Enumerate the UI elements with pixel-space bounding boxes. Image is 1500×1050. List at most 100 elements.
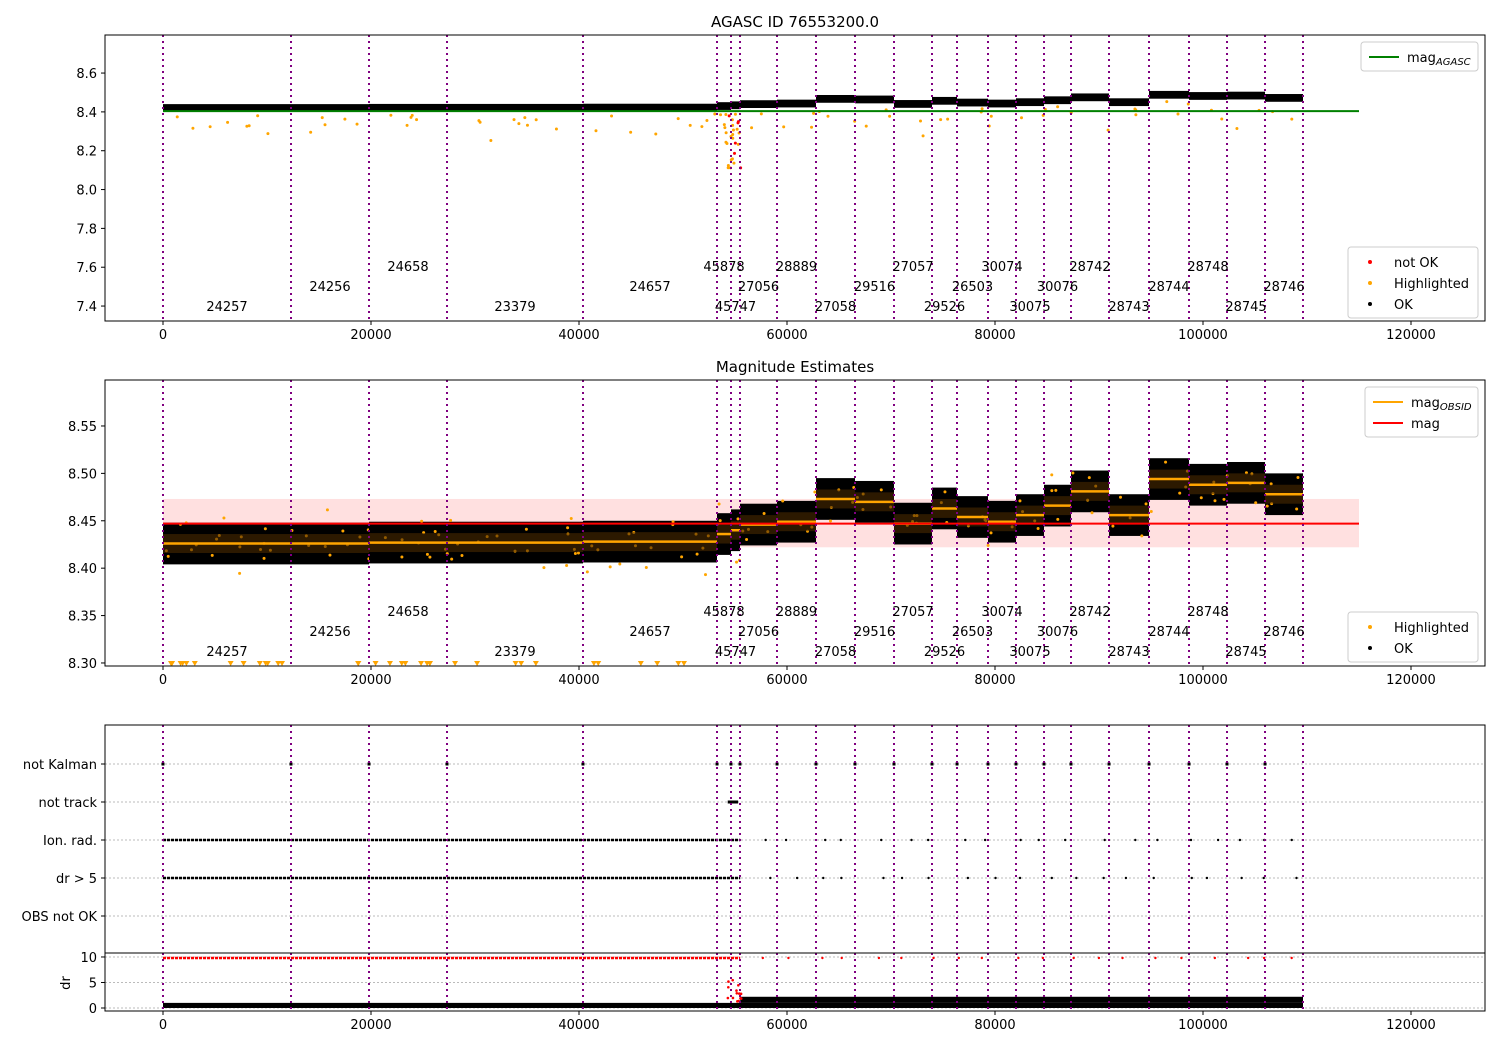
y-tick-label: 7.4 <box>76 300 97 315</box>
y-tick-label: 8.35 <box>68 610 97 625</box>
panel-agasc: AGASC ID 76553200.0 7.4 7.6 7.8 8.0 8.2 8.4 8.6… <box>76 13 1486 343</box>
highlighted-point <box>644 565 648 569</box>
highlighted-point <box>688 123 692 127</box>
highlighted-point <box>1119 495 1123 499</box>
obsid-label: 30075 <box>1009 300 1050 315</box>
out-of-range-marker <box>654 660 661 666</box>
highlighted-point <box>1149 510 1153 514</box>
highlighted-point <box>405 123 409 127</box>
highlighted-point <box>1235 127 1239 131</box>
outlier-point <box>724 113 728 117</box>
highlighted-point <box>1056 517 1060 521</box>
y-tick-label: 8.6 <box>76 67 97 82</box>
highlighted-point <box>980 107 984 111</box>
ion-rad-point <box>1238 838 1242 842</box>
x-tick-label: 80000 <box>974 1018 1015 1033</box>
highlighted-point <box>828 519 832 523</box>
highlighted-point <box>1054 488 1058 492</box>
highlighted-point <box>629 130 633 134</box>
highlighted-point <box>1036 527 1040 531</box>
highlighted-point <box>266 132 270 136</box>
highlighted-point <box>782 125 786 129</box>
dr-high-point <box>957 956 961 960</box>
x-tick-label: 100000 <box>1178 328 1228 343</box>
highlighted-point <box>1165 100 1169 104</box>
obsid-label: 28746 <box>1263 625 1304 640</box>
x-tick-label: 0 <box>159 328 167 343</box>
ok-points <box>931 96 958 105</box>
out-of-range-marker <box>191 660 198 666</box>
flag-row-label: dr > 5 <box>56 872 97 887</box>
ion-rad-point <box>880 838 883 842</box>
ion-rad-point <box>1216 838 1220 842</box>
highlighted-point <box>389 113 393 117</box>
x-tick-label: 20000 <box>350 1018 391 1033</box>
highlighted-point <box>1176 112 1180 116</box>
highlighted-point <box>410 113 414 117</box>
highlighted-point <box>1199 496 1203 500</box>
not-track-points <box>727 800 739 804</box>
outlier-point <box>729 158 733 162</box>
ok-points <box>1044 96 1072 105</box>
highlighted-point <box>534 118 538 122</box>
obsid-label: 28745 <box>1225 645 1266 660</box>
highlighted-point <box>175 115 179 119</box>
highlighted-point <box>256 114 260 118</box>
y-tick-label: 8.30 <box>68 657 97 672</box>
dr-not-ok-point <box>731 996 735 1000</box>
figure: AGASC ID 76553200.0 7.4 7.6 7.8 8.0 8.2 8.4 8.6… <box>22 13 1486 1033</box>
highlighted-point <box>489 139 493 143</box>
dr-high-point <box>1262 956 1266 960</box>
highlighted-point <box>565 564 569 568</box>
ion-rad-point <box>1134 838 1137 842</box>
ion-rad-point <box>910 838 913 842</box>
highlighted-point <box>477 119 481 123</box>
dr-high-point <box>1017 956 1020 960</box>
highlighted-point <box>210 553 214 557</box>
highlighted-point <box>810 125 814 129</box>
highlighted-point <box>717 502 721 506</box>
highlighted-point <box>718 519 722 523</box>
y-tick-label: 8.45 <box>68 515 97 530</box>
dr-gt-5-point <box>994 876 997 880</box>
highlighted-point <box>826 114 830 118</box>
highlighted-point <box>566 526 570 530</box>
panel-magnitude-estimates: Magnitude Estimates 8.30 8.35 8.40 8.45 8.50 8… <box>68 358 1486 688</box>
outlier-point <box>723 126 727 130</box>
dr-gt-5-point <box>966 876 970 880</box>
highlighted-point <box>355 122 359 126</box>
highlighted-point <box>733 112 737 116</box>
obsid-label: 45878 <box>703 605 744 620</box>
highlighted-point <box>713 112 717 116</box>
outlier-point <box>732 161 736 165</box>
dr-high-point <box>1072 956 1075 960</box>
dr-high-point <box>932 956 935 960</box>
highlighted-point <box>989 114 993 118</box>
x-tick-label: 100000 <box>1178 1018 1228 1033</box>
highlighted-point <box>323 123 327 127</box>
highlighted-point <box>1222 497 1226 501</box>
ion-rad-point <box>824 838 827 842</box>
ion-rad-point <box>764 838 767 842</box>
highlighted-point <box>425 552 429 556</box>
highlighted-point <box>676 117 680 121</box>
dr-gt-5-point <box>1018 876 1022 880</box>
legend-label-sub: AGASC <box>1435 57 1471 68</box>
dr-gt-5-point <box>822 876 825 880</box>
dr-tick-label: 0 <box>89 1002 97 1017</box>
legend-label-text: mag <box>1411 396 1440 411</box>
obsid-label: 28745 <box>1225 300 1266 315</box>
highlighted-point <box>719 113 723 117</box>
ion-rad-point <box>964 838 967 842</box>
ion-rad-point <box>1019 838 1022 842</box>
dr-gt-5-point <box>1050 876 1054 880</box>
ok-points <box>815 94 855 103</box>
obsid-label: 28743 <box>1108 300 1149 315</box>
out-of-range-marker <box>512 660 519 666</box>
legend-label: OK <box>1394 298 1413 313</box>
dr-gt-5-point <box>1190 876 1193 880</box>
obsid-label: 27056 <box>738 625 779 640</box>
obsid-label: 45747 <box>715 645 756 660</box>
obsid-label: 24657 <box>629 625 670 640</box>
obsid-label: 23379 <box>494 300 535 315</box>
